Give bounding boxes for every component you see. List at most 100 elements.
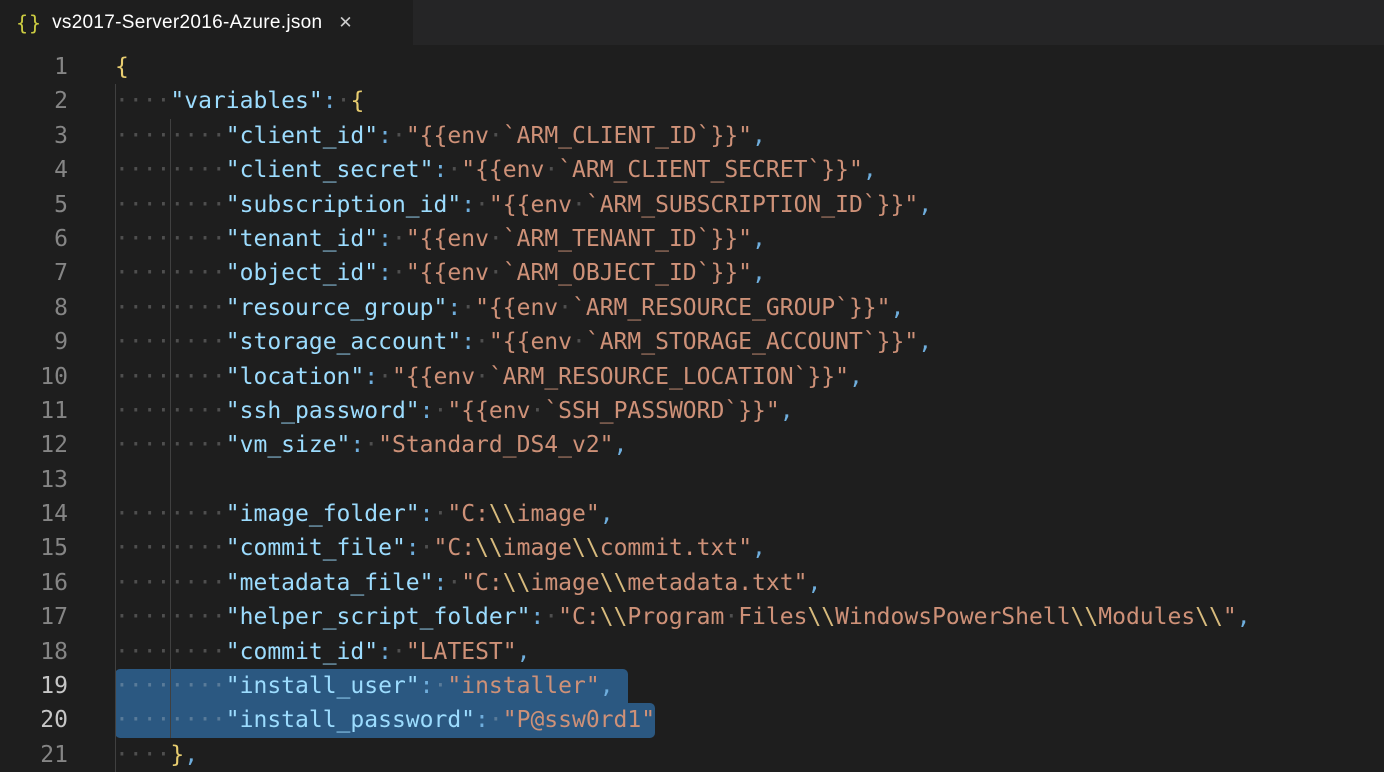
selection-highlight: ········"install_password":·"P@ssw0rd1": [115, 703, 655, 737]
code-token: :: [434, 157, 448, 183]
code-token: "Standard_DS4_v2": [378, 432, 613, 458]
code-line[interactable]: 14········"image_folder":·"C:\\image",: [0, 497, 1384, 531]
line-number[interactable]: 4: [0, 153, 68, 187]
code-token: metadata.txt": [627, 570, 807, 596]
code-token: `ARM_CLIENT_SECRET`}}": [558, 157, 863, 183]
code-line[interactable]: 9········"storage_account":·"{{env·`ARM_…: [0, 325, 1384, 359]
line-number[interactable]: 11: [0, 394, 68, 428]
code-token: "{{env: [392, 364, 475, 390]
line-number[interactable]: 3: [0, 119, 68, 153]
close-icon[interactable]: ✕: [338, 13, 352, 33]
code-text: ········"client_secret":·"{{env·`ARM_CLI…: [115, 153, 877, 187]
whitespace-dots: ·: [392, 226, 406, 252]
code-line[interactable]: 8········"resource_group":·"{{env·`ARM_R…: [0, 291, 1384, 325]
code-line[interactable]: 5········"subscription_id":·"{{env·`ARM_…: [0, 188, 1384, 222]
code-line[interactable]: 21 ····},: [0, 738, 1384, 772]
code-token: ,: [752, 123, 766, 149]
line-number[interactable]: 8: [0, 291, 68, 325]
code-token: :: [461, 329, 475, 355]
line-number[interactable]: 5: [0, 188, 68, 222]
code-line[interactable]: 1{: [0, 50, 1384, 84]
whitespace-dots: ········: [115, 432, 226, 458]
code-line[interactable]: 10 ········"location":·"{{env·`ARM_RESOUR…: [0, 360, 1384, 394]
code-token: ,: [752, 260, 766, 286]
code-line[interactable]: 15········"commit_file":·"C:\\image\\com…: [0, 531, 1384, 565]
line-number[interactable]: 16: [0, 566, 68, 600]
code-token: image": [517, 501, 600, 527]
whitespace-dots: ····: [115, 88, 170, 114]
code-token: {: [115, 54, 129, 80]
code-token: :: [461, 192, 475, 218]
code-editor[interactable]: 1{2····"variables":·{3········"client_id…: [0, 45, 1384, 772]
code-line[interactable]: 19········"install_user":·"installer",: [0, 669, 1384, 703]
code-line[interactable]: 16········"metadata_file":·"C:\\image\\m…: [0, 566, 1384, 600]
code-line[interactable]: 13: [0, 463, 1384, 497]
code-line[interactable]: 18········"commit_id":·"LATEST",: [0, 635, 1384, 669]
code-line[interactable]: 3········"client_id":·"{{env·`ARM_CLIENT…: [0, 119, 1384, 153]
code-token: Modules: [1098, 604, 1195, 630]
whitespace-dots: ·: [724, 604, 738, 630]
code-token: \\: [807, 604, 835, 630]
code-line[interactable]: 17········"helper_script_folder":·"C:\\P…: [0, 600, 1384, 634]
code-token: "helper_script_folder": [226, 604, 531, 630]
line-number[interactable]: 17: [0, 600, 68, 634]
whitespace-dots: ·: [475, 192, 489, 218]
code-text: ········"location":·"{{env·`ARM_RESOURCE…: [115, 360, 863, 394]
whitespace-dots: ········: [115, 192, 226, 218]
code-line[interactable]: 11········"ssh_password":·"{{env·`SSH_PA…: [0, 394, 1384, 428]
code-token: "install_password": [226, 707, 475, 733]
line-number[interactable]: 10: [0, 360, 68, 394]
line-number[interactable]: 14: [0, 497, 68, 531]
code-token: :: [378, 123, 392, 149]
whitespace-dots: ·: [447, 157, 461, 183]
code-token: "install_user": [226, 673, 420, 699]
code-token: ,: [891, 295, 905, 321]
code-text: ········"storage_account":·"{{env·`ARM_S…: [115, 325, 932, 359]
code-lines: 1{2····"variables":·{3········"client_id…: [0, 50, 1384, 772]
code-text: ········"tenant_id":·"{{env·`ARM_TENANT_…: [115, 222, 766, 256]
line-number[interactable]: 12: [0, 428, 68, 462]
line-number[interactable]: 21: [0, 738, 68, 772]
tab-vs2017-server2016-azure-json[interactable]: {} vs2017-Server2016-Azure.json ✕: [0, 0, 413, 45]
code-line[interactable]: 6········"tenant_id":·"{{env·`ARM_TENANT…: [0, 222, 1384, 256]
line-number[interactable]: 1: [0, 50, 68, 84]
code-token: "{{env: [475, 295, 558, 321]
whitespace-dots: ·: [434, 398, 448, 424]
code-token: "client_id": [226, 123, 378, 149]
line-number[interactable]: 2: [0, 84, 68, 118]
whitespace-dots: ·: [364, 432, 378, 458]
line-number[interactable]: 13: [0, 463, 68, 497]
line-number[interactable]: 18: [0, 635, 68, 669]
code-line[interactable]: 12········"vm_size":·"Standard_DS4_v2",: [0, 428, 1384, 462]
line-number[interactable]: 20: [0, 703, 68, 737]
code-token: "{{env: [461, 157, 544, 183]
line-number[interactable]: 7: [0, 256, 68, 290]
code-token: "object_id": [226, 260, 378, 286]
code-token: ,: [780, 398, 794, 424]
code-token: "{{env: [447, 398, 530, 424]
line-number[interactable]: 6: [0, 222, 68, 256]
code-line[interactable]: 20 ········"install_password":·"P@ssw0rd1…: [0, 703, 1384, 737]
code-text: ····},: [115, 738, 198, 772]
code-token: \\: [600, 570, 628, 596]
whitespace-dots: ········: [115, 570, 226, 596]
whitespace-dots: ·: [392, 639, 406, 665]
code-token: "{{env: [489, 192, 572, 218]
whitespace-dots: ·: [475, 364, 489, 390]
code-token: "vm_size": [226, 432, 351, 458]
code-line[interactable]: 2····"variables":·{: [0, 84, 1384, 118]
code-token: `ARM_RESOURCE_GROUP`}}": [572, 295, 891, 321]
code-token: `SSH_PASSWORD`}}": [544, 398, 779, 424]
code-token: WindowsPowerShell: [835, 604, 1070, 630]
line-number[interactable]: 9: [0, 325, 68, 359]
whitespace-dots: ·: [572, 329, 586, 355]
code-line[interactable]: 4 ········"client_secret":·"{{env·`ARM_CL…: [0, 153, 1384, 187]
code-token: :: [378, 226, 392, 252]
line-number[interactable]: 15: [0, 531, 68, 565]
whitespace-dots: ········: [115, 329, 226, 355]
code-token: "tenant_id": [226, 226, 378, 252]
code-token: \\: [503, 570, 531, 596]
code-token: "P@ssw0rd1": [503, 707, 655, 733]
line-number[interactable]: 19: [0, 669, 68, 703]
code-line[interactable]: 7········"object_id":·"{{env·`ARM_OBJECT…: [0, 256, 1384, 290]
